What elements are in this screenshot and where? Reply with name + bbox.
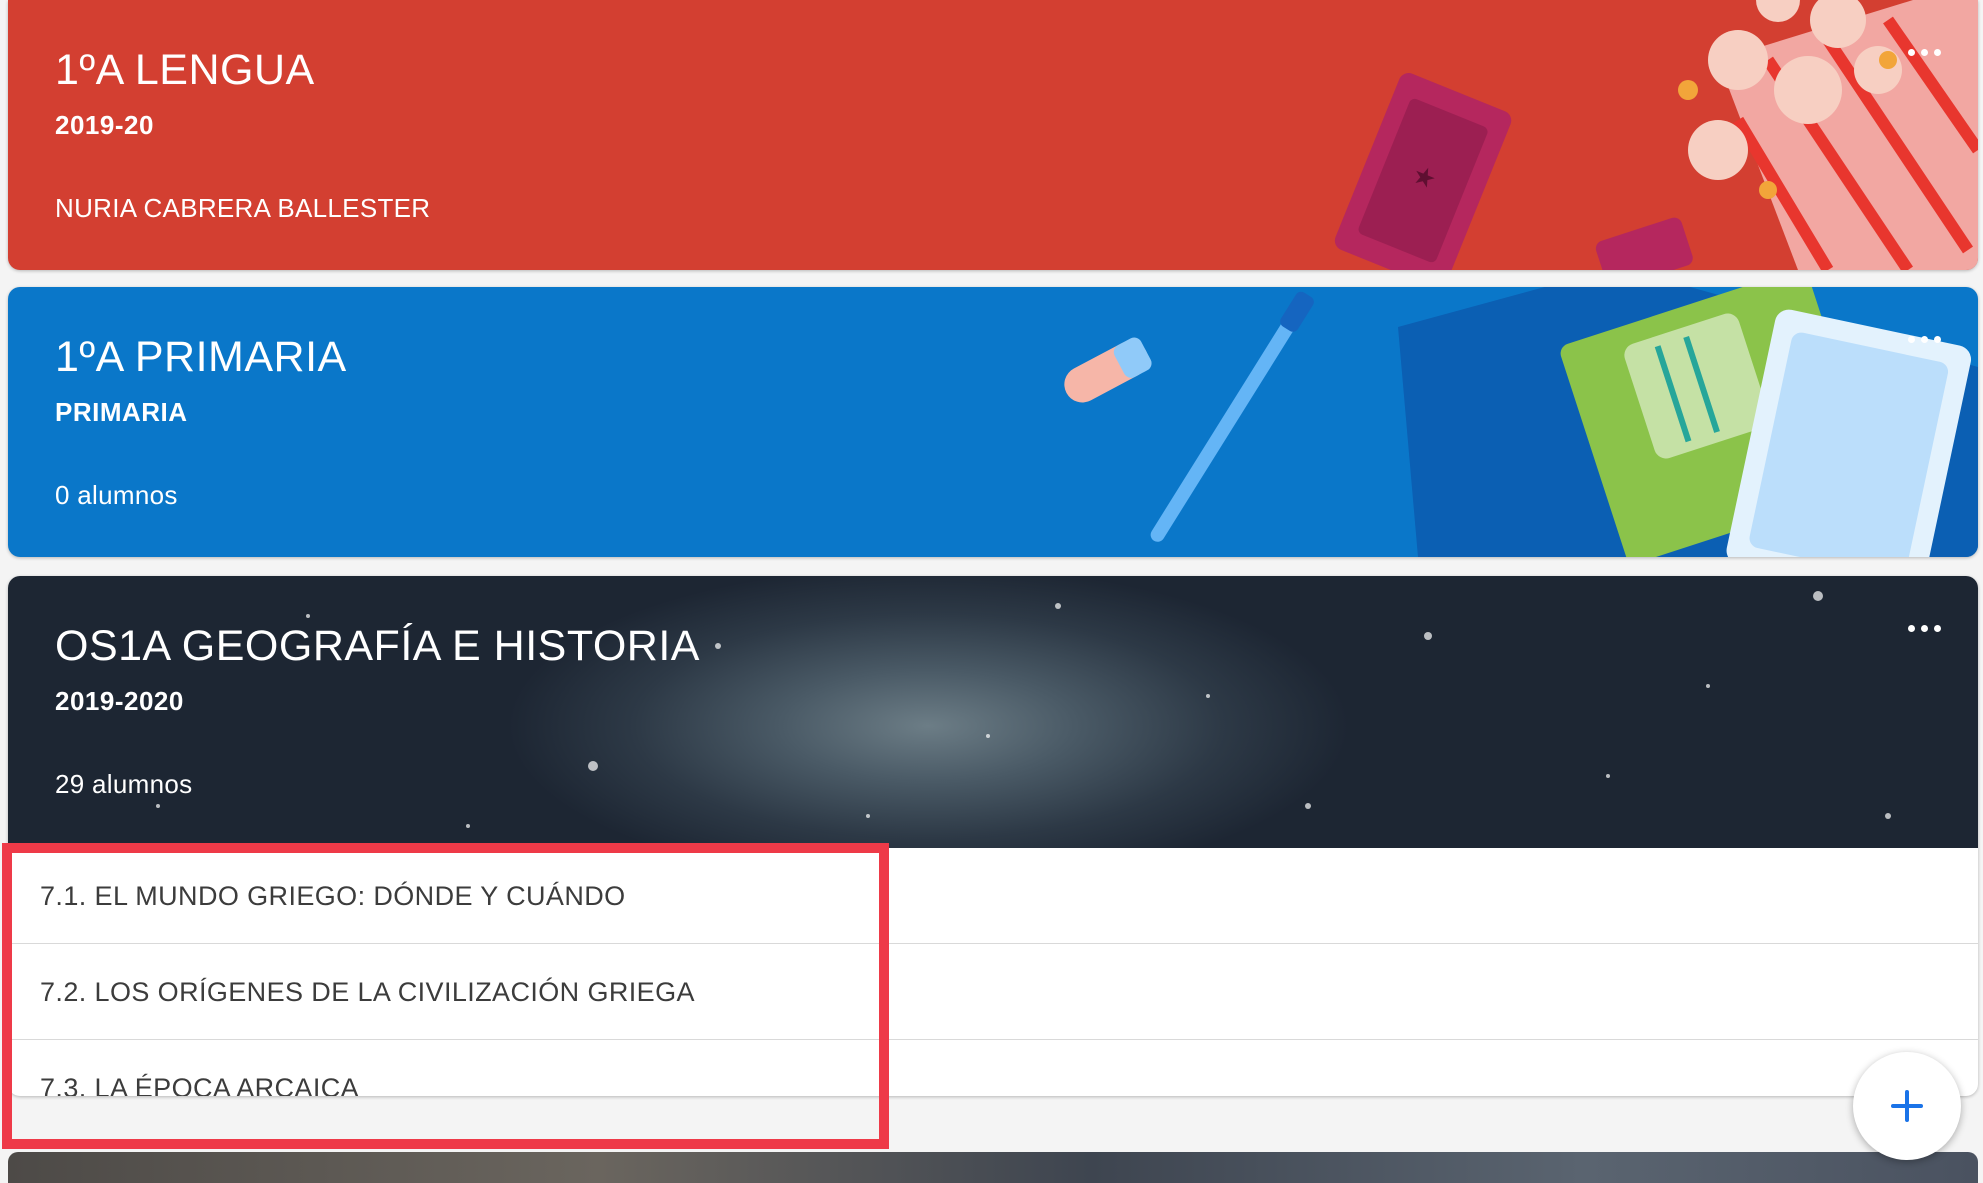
list-item[interactable]: 7.1. EL MUNDO GRIEGO: DÓNDE Y CUÁNDO xyxy=(8,848,1978,944)
more-options-icon[interactable] xyxy=(1908,46,1942,58)
topic-label: 7.1. EL MUNDO GRIEGO: DÓNDE Y CUÁNDO xyxy=(40,881,626,911)
popcorn-illustration: ★ xyxy=(1334,0,1978,270)
classroom-page: ★ 1ºA LENGUA 2019-20 NURIA CABRERA BALLE… xyxy=(0,0,1983,1183)
list-item[interactable]: 7.3. LA ÉPOCA ARCAICA xyxy=(8,1040,1978,1096)
class-section: 2019-2020 xyxy=(55,686,184,716)
books-illustration xyxy=(1064,287,1978,557)
class-card-lengua[interactable]: ★ 1ºA LENGUA 2019-20 NURIA CABRERA BALLE… xyxy=(8,0,1978,270)
more-options-icon[interactable] xyxy=(1908,333,1942,345)
list-item[interactable]: 7.2. LOS ORÍGENES DE LA CIVILIZACIÓN GRI… xyxy=(8,944,1978,1040)
class-title[interactable]: 1ºA PRIMARIA xyxy=(55,333,347,382)
class-card-next[interactable] xyxy=(8,1152,1978,1183)
class-card-primaria[interactable]: 1ºA PRIMARIA PRIMARIA 0 alumnos xyxy=(8,287,1978,557)
add-button[interactable] xyxy=(1853,1052,1961,1160)
class-section: PRIMARIA xyxy=(55,397,188,427)
class-card-geografia[interactable]: OS1A GEOGRAFÍA E HISTORIA 2019-2020 29 a… xyxy=(8,576,1978,1096)
topic-list: 7.1. EL MUNDO GRIEGO: DÓNDE Y CUÁNDO 7.2… xyxy=(8,848,1978,1096)
class-student-count: 0 alumnos xyxy=(55,480,178,510)
plus-icon xyxy=(1891,1090,1923,1122)
class-teacher: NURIA CABRERA BALLESTER xyxy=(55,193,431,223)
topic-label: 7.2. LOS ORÍGENES DE LA CIVILIZACIÓN GRI… xyxy=(40,977,695,1007)
svg-text:★: ★ xyxy=(1408,160,1441,197)
more-options-icon[interactable] xyxy=(1908,622,1942,634)
class-section: 2019-20 xyxy=(55,110,154,140)
topic-label: 7.3. LA ÉPOCA ARCAICA xyxy=(40,1073,360,1096)
class-title[interactable]: 1ºA LENGUA xyxy=(55,46,315,95)
class-title[interactable]: OS1A GEOGRAFÍA E HISTORIA xyxy=(55,622,700,671)
stars-decoration xyxy=(156,591,1891,828)
class-student-count: 29 alumnos xyxy=(55,769,193,799)
galaxy-banner: OS1A GEOGRAFÍA E HISTORIA 2019-2020 29 a… xyxy=(8,576,1978,848)
